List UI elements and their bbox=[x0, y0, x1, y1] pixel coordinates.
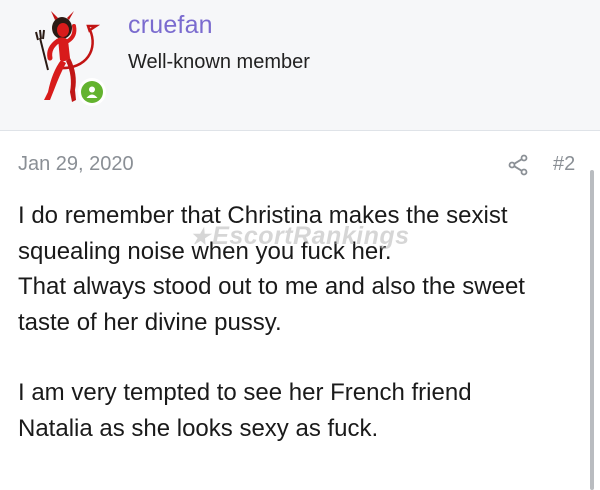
user-title: Well-known member bbox=[128, 51, 310, 73]
post-date[interactable]: Jan 29, 2020 bbox=[18, 153, 134, 176]
online-status-badge bbox=[78, 78, 106, 106]
post-line: I am very tempted to see her French frie… bbox=[18, 379, 472, 406]
username-link[interactable]: cruefan bbox=[128, 11, 213, 40]
scrollbar[interactable] bbox=[590, 170, 594, 490]
post-line: I do remember that Christina makes the s… bbox=[18, 202, 508, 229]
post-line: Natalia as she looks sexy as fuck. bbox=[18, 414, 379, 442]
post-line: squealing noise when you fuck her. bbox=[18, 237, 392, 265]
post-line: That always stood out to me and also the… bbox=[18, 273, 525, 300]
post-paragraph: I do remember that Christina makes the s… bbox=[18, 198, 588, 340]
post-message-body: I do remember that Christina makes the s… bbox=[18, 198, 588, 446]
post-paragraph: I am very tempted to see her French frie… bbox=[18, 375, 588, 446]
post-number-link[interactable]: #2 bbox=[553, 153, 575, 176]
online-person-icon bbox=[81, 81, 103, 103]
share-icon[interactable] bbox=[506, 153, 530, 177]
post-line: taste of her divine pussy. bbox=[18, 308, 282, 336]
post-author-header: cruefan Well-known member bbox=[0, 0, 600, 131]
